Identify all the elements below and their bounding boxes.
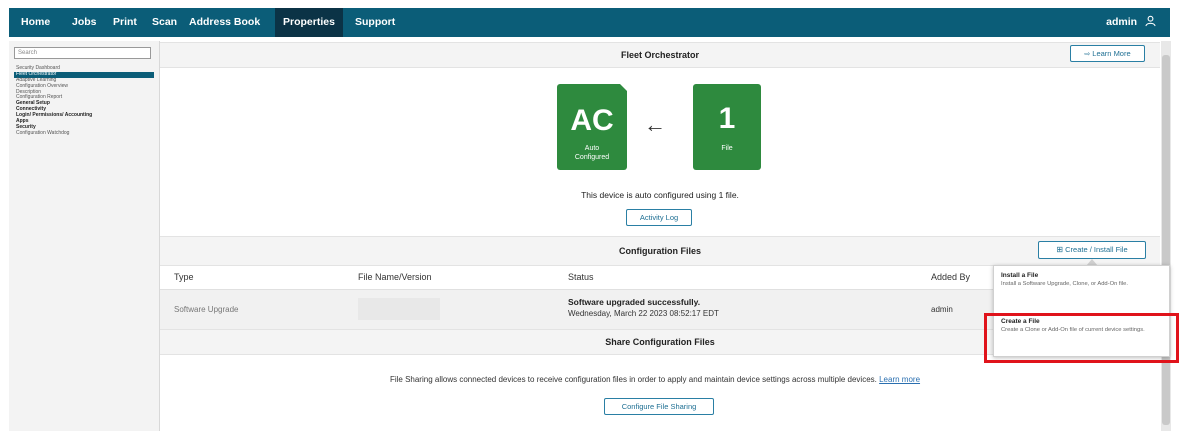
plus-box-icon: ⊞ [1056, 245, 1064, 254]
column-added-by: Added By [931, 272, 971, 282]
install-file-option[interactable]: Install a File Install a Software Upgrad… [994, 266, 1169, 311]
row-status-title: Software upgraded successfully. [568, 297, 701, 307]
nav-support[interactable]: Support [347, 8, 403, 37]
top-nav-bar: Home Jobs Print Scan Address Book Proper… [9, 8, 1170, 37]
nav-jobs[interactable]: Jobs [64, 8, 105, 37]
scrollbar-thumb[interactable] [1162, 55, 1170, 425]
share-learn-more-link[interactable]: Learn more [879, 375, 920, 384]
configure-file-sharing-button[interactable]: Configure File Sharing [604, 398, 714, 415]
create-install-label: Create / Install File [1065, 245, 1128, 254]
share-title: Share Configuration Files [605, 337, 715, 347]
nav-address-book[interactable]: Address Book [181, 8, 268, 37]
user-menu[interactable]: admin [1106, 8, 1156, 37]
install-file-title: Install a File [1001, 272, 1039, 279]
arrow-left-icon: ← [644, 112, 666, 137]
external-link-icon: ⇨ [1084, 51, 1091, 58]
sidebar: Search Security Dashboard Fleet Orchestr… [9, 41, 160, 431]
person-icon [1145, 15, 1156, 27]
sidebar-item-configuration-watchdog[interactable]: Configuration Watchdog [14, 130, 154, 137]
row-file-name-redacted [358, 298, 440, 320]
sidebar-nav-list: Security Dashboard Fleet Orchestrator Ad… [14, 65, 154, 137]
file-count-tile: 1 File [693, 84, 761, 170]
user-name: admin [1106, 16, 1138, 28]
auto-configured-tile: AC Auto Configured [557, 83, 628, 170]
tile-file-count: 1 [718, 102, 736, 135]
row-added-by: admin [931, 305, 953, 314]
share-description-text: File Sharing allows connected devices to… [389, 375, 877, 384]
tile-ac-label: Auto Configured [574, 145, 610, 161]
learn-more-button[interactable]: ⇨ Learn More [1070, 45, 1145, 62]
share-description: File Sharing allows connected devices to… [330, 375, 980, 384]
column-file-name: File Name/Version [358, 272, 432, 282]
sidebar-search-input[interactable]: Search [14, 47, 151, 59]
learn-more-label: Learn More [1092, 49, 1131, 58]
config-files-title: Configuration Files [619, 246, 701, 256]
tile-file-label: File [721, 145, 733, 152]
activity-log-button[interactable]: Activity Log [626, 209, 692, 226]
nav-print[interactable]: Print [105, 8, 145, 37]
nav-scan[interactable]: Scan [144, 8, 185, 37]
folded-corner [619, 83, 628, 92]
row-status-time: Wednesday, March 22 2023 08:52:17 EDT [568, 309, 719, 318]
page-title: Fleet Orchestrator [620, 50, 700, 60]
config-files-header: Configuration Files [160, 236, 1160, 266]
nav-home[interactable]: Home [13, 8, 58, 37]
auto-config-status: This device is auto configured using 1 f… [581, 190, 739, 200]
row-type: Software Upgrade [174, 305, 239, 314]
nav-properties[interactable]: Properties [275, 8, 343, 37]
create-install-file-button[interactable]: ⊞ Create / Install File [1038, 241, 1146, 259]
column-type: Type [174, 272, 194, 282]
highlight-box [984, 313, 1179, 363]
fleet-header: Fleet Orchestrator [160, 42, 1160, 68]
tile-ac-text: AC [570, 104, 614, 137]
install-file-desc: Install a Software Upgrade, Clone, or Ad… [1001, 281, 1128, 287]
column-status: Status [568, 272, 594, 282]
